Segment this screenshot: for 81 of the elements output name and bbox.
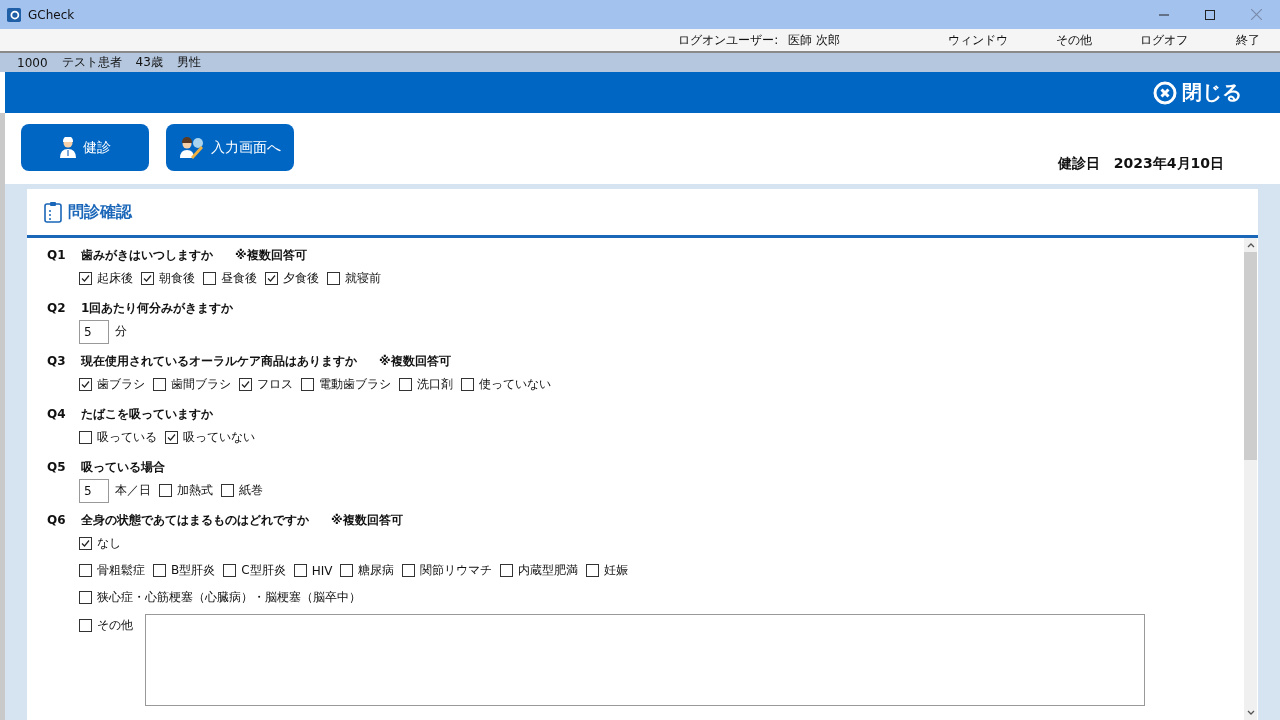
answer-checkbox[interactable]: 妊娠 — [586, 562, 629, 579]
answer-checkbox[interactable]: 歯間ブラシ — [153, 376, 231, 393]
answer-checkbox[interactable]: 内蔵型肥満 — [500, 562, 579, 579]
panel-title: 問診確認 — [68, 201, 132, 223]
maximize-icon[interactable] — [1205, 9, 1215, 20]
question-number: Q2 — [47, 301, 67, 315]
question-text: たばこを吸っていますか — [81, 405, 213, 423]
answer-checkbox[interactable]: その他 — [79, 617, 133, 634]
answer-checkbox[interactable]: C型肝炎 — [223, 562, 286, 579]
patient-info: 43歳 — [135, 54, 163, 71]
number-field[interactable]: 5 — [79, 478, 109, 503]
unit-label: 分 — [115, 323, 127, 340]
question-text: 現在使用されているオーラルケア商品はありますか — [81, 352, 357, 370]
question-number: Q6 — [47, 513, 67, 527]
answer-checkbox[interactable]: 電動歯ブラシ — [301, 376, 391, 393]
menu-item[interactable]: その他 — [1056, 31, 1092, 49]
question-text: 歯みがきはいつしますか — [81, 246, 213, 264]
menu-item[interactable]: 終了 — [1236, 31, 1260, 49]
answer-checkbox[interactable]: フロス — [239, 376, 293, 393]
toolbar-button[interactable]: 健診 — [21, 124, 149, 171]
logon-user-name: 医師 次郎 — [788, 31, 840, 49]
question-text: 吸っている場合 — [81, 458, 165, 476]
question-number: Q5 — [47, 460, 67, 474]
question-note: ※複数回答可 — [331, 511, 403, 529]
check-mark-icon — [240, 379, 251, 390]
checkup-date-label: 健診日 — [1057, 155, 1100, 173]
close-button[interactable]: 閉じる — [1152, 79, 1242, 106]
check-mark-icon — [80, 538, 91, 549]
question-text: 全身の状態であてはまるものはどれですか — [81, 511, 309, 529]
patient-info: 1000 — [17, 55, 48, 70]
question-text: 1回あたり何分みがきますか — [81, 299, 234, 317]
close-icon[interactable] — [1251, 9, 1262, 20]
answer-checkbox[interactable]: 紙巻 — [221, 482, 263, 499]
app-logo-icon — [7, 7, 21, 22]
question-number: Q3 — [47, 354, 67, 368]
window-title: GCheck — [28, 7, 75, 22]
answer-checkbox[interactable]: 昼食後 — [203, 270, 257, 287]
close-circle-icon — [1152, 79, 1178, 106]
clipboard-icon — [44, 201, 62, 223]
patient-info: テスト患者 — [61, 54, 122, 71]
scrollbar[interactable] — [1244, 238, 1257, 720]
check-mark-icon — [166, 432, 177, 443]
answer-checkbox[interactable]: 夕食後 — [265, 270, 319, 287]
checkup-date: 2023年4月10日 — [1113, 155, 1224, 173]
answer-checkbox[interactable]: 起床後 — [79, 270, 133, 287]
answer-checkbox[interactable]: 就寝前 — [327, 270, 381, 287]
answer-checkbox[interactable]: 吸っていない — [165, 429, 255, 446]
question-note: ※複数回答可 — [379, 352, 451, 370]
check-mark-icon — [80, 273, 91, 284]
question-note: ※複数回答可 — [235, 246, 307, 264]
question-number: Q4 — [47, 407, 67, 421]
scroll-down-icon[interactable] — [1246, 710, 1255, 716]
menu-item[interactable]: ウィンドウ — [948, 31, 1008, 49]
scrollbar-thumb[interactable] — [1244, 252, 1257, 460]
answer-checkbox[interactable]: 使っていない — [461, 376, 551, 393]
answer-checkbox[interactable]: B型肝炎 — [153, 562, 216, 579]
other-text-area[interactable] — [145, 614, 1145, 706]
answer-checkbox[interactable]: なし — [79, 535, 121, 552]
answer-checkbox[interactable]: 朝食後 — [141, 270, 195, 287]
answer-checkbox[interactable]: 洗口剤 — [399, 376, 453, 393]
patient-info: 男性 — [176, 54, 201, 71]
scroll-up-icon[interactable] — [1246, 242, 1255, 248]
check-mark-icon — [142, 273, 153, 284]
doctor-icon — [59, 136, 77, 159]
number-field[interactable]: 5 — [79, 319, 109, 344]
menu-item[interactable]: ログオフ — [1140, 31, 1188, 49]
answer-checkbox[interactable]: 骨粗鬆症 — [79, 562, 145, 579]
doctor-with-pencil-icon — [179, 136, 205, 159]
answer-checkbox[interactable]: 糖尿病 — [340, 562, 395, 579]
toolbar-button[interactable]: 入力画面へ — [166, 124, 294, 171]
logon-user-label: ログオンユーザー: — [678, 31, 779, 49]
answer-checkbox[interactable]: HIV — [293, 563, 333, 578]
answer-checkbox[interactable]: 加熱式 — [159, 482, 213, 499]
question-number: Q1 — [47, 248, 67, 262]
answer-checkbox[interactable]: 吸っている — [79, 429, 157, 446]
check-mark-icon — [266, 273, 277, 284]
answer-checkbox[interactable]: 関節リウマチ — [402, 562, 493, 579]
answer-checkbox[interactable]: 狭心症・心筋梗塞（心臓病）・脳梗塞（脳卒中） — [79, 589, 361, 606]
unit-label: 本／日 — [115, 482, 151, 499]
answer-checkbox[interactable]: 歯ブラシ — [79, 376, 145, 393]
check-mark-icon — [80, 379, 91, 390]
